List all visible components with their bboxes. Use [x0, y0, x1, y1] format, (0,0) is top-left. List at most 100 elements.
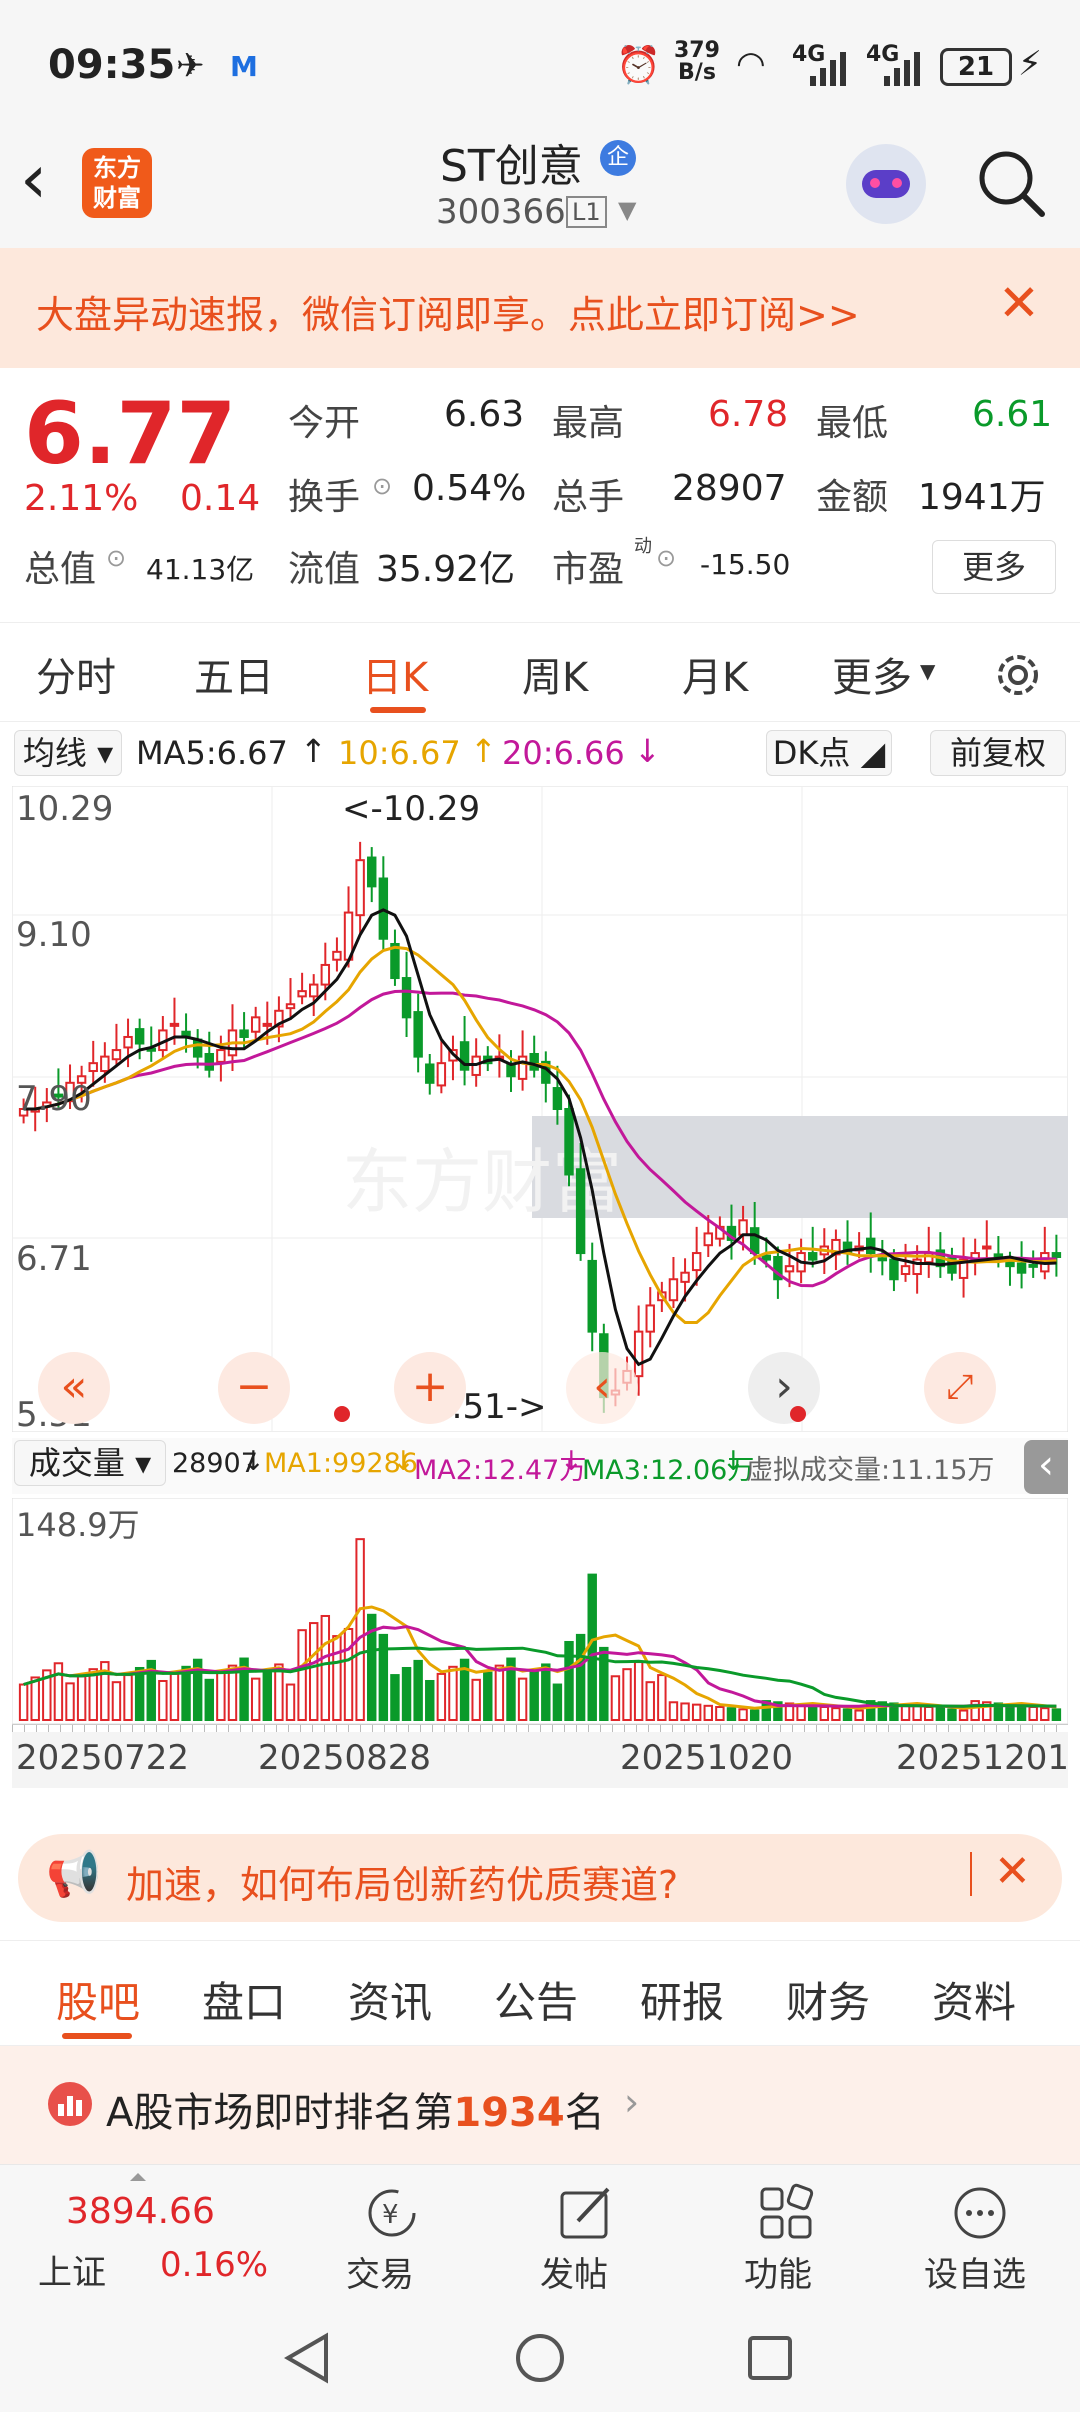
next-button[interactable]: ›: [748, 1352, 820, 1424]
gear-icon[interactable]: [990, 647, 1046, 703]
tab-five-day[interactable]: 五日: [194, 645, 274, 703]
volume-bar: [541, 1663, 551, 1721]
market-rank-row[interactable]: A股市场即时排名第1934名 ›: [0, 2046, 1080, 2164]
robot-assistant-icon[interactable]: [846, 144, 926, 224]
down-arrow-icon: ↓: [634, 732, 661, 770]
bottom-toolbar: 3894.66 上证 0.16% ¥ 交易 发帖 功能 设自选: [0, 2164, 1080, 2300]
volume-bar: [842, 1708, 853, 1721]
turnover-value: 0.54%: [412, 468, 527, 509]
fullscreen-button[interactable]: ⤢: [924, 1352, 996, 1424]
trade-button[interactable]: ¥ 交易: [326, 2175, 456, 2295]
index-percent[interactable]: 0.16%: [160, 2245, 268, 2285]
tab-intraday[interactable]: 分时: [36, 645, 116, 703]
volume-bar: [274, 1663, 284, 1721]
volume-label: 总手: [552, 477, 625, 518]
candle-body: [761, 1254, 771, 1261]
candle-body: [900, 1265, 911, 1276]
kline-chart[interactable]: 东方财富 10.29 9.10 7.90 6.71 5.51 <-10.29 5…: [12, 786, 1068, 1432]
chevron-down-icon[interactable]: ▼: [618, 196, 636, 224]
close-icon[interactable]: ✕: [998, 274, 1040, 332]
volume-value: 28907: [672, 468, 787, 509]
tab-more[interactable]: 更多: [832, 645, 912, 703]
ma10-label: 10:6.67: [338, 734, 461, 772]
nav-home-icon[interactable]: [512, 2330, 568, 2386]
tab-orderbook[interactable]: 盘口: [202, 1969, 286, 2030]
volume-bar: [494, 1664, 505, 1722]
dk-button[interactable]: DK点 ◢: [766, 730, 892, 776]
info-icon[interactable]: ⊙: [106, 544, 126, 572]
tab-news[interactable]: 资讯: [348, 1969, 432, 2030]
nav-back-icon[interactable]: [280, 2330, 336, 2386]
scroll-left-button[interactable]: «: [38, 1352, 110, 1424]
tab-indicator: [370, 707, 426, 713]
zoom-in-button[interactable]: +: [394, 1352, 466, 1424]
volume-bar: [53, 1662, 64, 1721]
tab-announcements[interactable]: 公告: [494, 1969, 578, 2030]
index-name[interactable]: 上证: [38, 2245, 106, 2294]
functions-button[interactable]: 功能: [726, 2175, 856, 2295]
signal-icon: [810, 52, 846, 86]
chevron-down-icon[interactable]: ▼: [920, 659, 935, 683]
change-percent: 2.11%: [24, 478, 139, 519]
volume-bar: [471, 1678, 481, 1721]
volume-bar: [517, 1677, 528, 1722]
news-ad-strip[interactable]: 📢 加速，如何布局创新药优质赛道? ✕: [18, 1834, 1062, 1922]
tab-profile[interactable]: 资料: [932, 1969, 1016, 2030]
volume-selector[interactable]: 成交量 ▾: [14, 1440, 166, 1486]
eastmoney-logo[interactable]: 东方 财富: [82, 148, 152, 218]
adjust-button[interactable]: 前复权: [930, 730, 1066, 776]
y-tick-2: 9.10: [16, 915, 92, 955]
volume-bar: [529, 1670, 539, 1722]
index-value[interactable]: 3894.66: [66, 2191, 215, 2232]
volume-bar: [18, 1683, 29, 1722]
level-badge: L1: [566, 196, 607, 228]
volume-bar: [680, 1702, 690, 1721]
tab-guba[interactable]: 股吧: [56, 1969, 140, 2030]
volume-bar: [622, 1668, 632, 1721]
candle-body: [436, 1062, 447, 1087]
banner-text[interactable]: 大盘异动速报，微信订阅即享。点此立即订阅>>: [36, 284, 860, 339]
candle-body: [285, 1003, 296, 1010]
subscribe-banner[interactable]: 大盘异动速报，微信订阅即享。点此立即订阅>> ✕: [0, 248, 1080, 368]
volume-chart[interactable]: 148.9万: [12, 1498, 1068, 1724]
post-button[interactable]: 发帖: [526, 2175, 656, 2295]
candle-body: [866, 1237, 876, 1255]
stock-name[interactable]: ST创意: [440, 130, 583, 194]
tab-monthly-k[interactable]: 月K: [682, 645, 748, 703]
y-tick-top: 10.29: [16, 789, 113, 829]
tab-finance[interactable]: 财务: [786, 1969, 870, 2030]
charging-icon: ⚡: [1018, 44, 1042, 84]
tab-daily-k[interactable]: 日K: [362, 645, 428, 703]
prev-button[interactable]: ‹: [566, 1352, 638, 1424]
candle-body: [552, 1087, 563, 1110]
date-label: 20251201: [896, 1738, 1070, 1778]
volume-bar: [819, 1705, 830, 1722]
m-app-icon: M: [230, 50, 258, 83]
volume-bar: [645, 1681, 655, 1722]
alarm-icon: ⏰: [616, 45, 661, 86]
collapse-tab-button[interactable]: ‹: [1024, 1440, 1068, 1494]
amount-value: 1941万: [918, 477, 1046, 518]
max-annotation: <-10.29: [342, 789, 480, 829]
last-price: 6.77: [24, 384, 237, 484]
more-button[interactable]: 更多: [932, 540, 1056, 594]
close-icon[interactable]: ✕: [994, 1846, 1031, 1897]
nav-recents-icon[interactable]: [742, 2330, 798, 2386]
info-icon[interactable]: ⊙: [372, 472, 392, 500]
ma-selector[interactable]: 均线 ▾: [14, 730, 122, 776]
tab-research[interactable]: 研报: [640, 1969, 724, 2030]
candle-body: [320, 963, 331, 986]
tab-weekly-k[interactable]: 周K: [522, 645, 588, 703]
chevron-right-icon[interactable]: ›: [624, 2080, 639, 2124]
add-watchlist-button[interactable]: 设自选: [920, 2175, 1060, 2295]
back-button[interactable]: ‹: [20, 140, 47, 219]
ad-text[interactable]: 加速，如何布局创新药优质赛道?: [126, 1854, 678, 1909]
down-arrow-icon: ↓: [392, 1446, 415, 1477]
search-icon[interactable]: [976, 148, 1048, 220]
zoom-out-button[interactable]: −: [218, 1352, 290, 1424]
megaphone-icon: 📢: [46, 1849, 101, 1900]
info-icon[interactable]: ⊙: [656, 544, 676, 572]
battery-icon: 21: [940, 48, 1012, 86]
date-label: 20250828: [258, 1738, 432, 1778]
candle-body: [216, 1049, 226, 1063]
